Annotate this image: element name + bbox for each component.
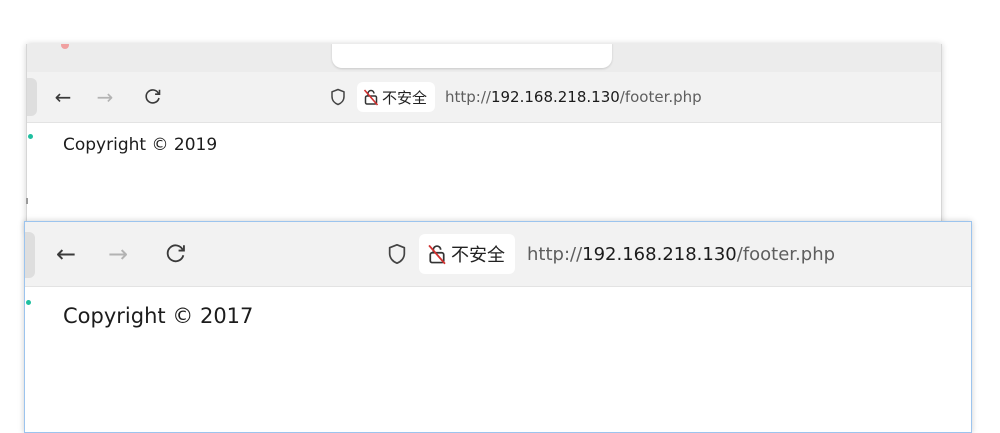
forward-button[interactable]: → xyxy=(93,82,117,112)
back-button[interactable]: ← xyxy=(51,236,81,272)
tab-strip xyxy=(27,44,941,72)
url-host: 192.168.218.130 xyxy=(490,88,620,106)
status-indicator-dot xyxy=(26,300,31,305)
back-button[interactable]: ← xyxy=(51,82,75,112)
security-label: 不安全 xyxy=(451,245,505,266)
forward-arrow-icon: → xyxy=(107,240,129,268)
address-bar[interactable]: 不安全 http://192.168.218.130/footer.php xyxy=(325,78,702,116)
browser-window-back: ← → 不安全 http://192.168.218.130/footer.ph… xyxy=(26,44,942,234)
window-control-dot[interactable] xyxy=(61,44,69,49)
reload-icon xyxy=(166,244,185,263)
forward-button[interactable]: → xyxy=(103,236,133,272)
security-label: 不安全 xyxy=(382,88,428,107)
url-scheme: http:// xyxy=(527,243,583,265)
reload-icon xyxy=(145,89,161,104)
security-indicator[interactable]: 不安全 xyxy=(357,82,436,112)
copyright-text: Copyright © 2017 xyxy=(63,304,254,328)
browser-window-front: ← → 不安全 http://192.168.218.130/footer.ph… xyxy=(24,221,972,433)
navigation-toolbar: ← → 不安全 http://192.168.218.130/footer.ph… xyxy=(25,222,971,287)
active-tab[interactable] xyxy=(332,44,612,68)
insecure-lock-icon xyxy=(428,244,446,265)
address-bar[interactable]: 不安全 http://192.168.218.130/footer.php xyxy=(381,232,835,276)
security-indicator[interactable]: 不安全 xyxy=(419,234,515,274)
sidebar-handle[interactable] xyxy=(27,78,37,116)
page-content: Copyright © 2017 xyxy=(25,287,971,432)
reload-button[interactable] xyxy=(161,236,191,272)
url-path: /footer.php xyxy=(736,243,836,265)
edge-marker xyxy=(26,198,28,204)
shield-icon[interactable] xyxy=(325,78,351,116)
status-indicator-dot xyxy=(28,134,33,139)
shield-icon[interactable] xyxy=(381,232,413,276)
navigation-toolbar: ← → 不安全 http://192.168.218.130/footer.ph… xyxy=(27,72,941,123)
page-content: Copyright © 2019 xyxy=(27,123,941,234)
reload-button[interactable] xyxy=(141,82,165,112)
copyright-text: Copyright © 2019 xyxy=(63,135,218,155)
forward-arrow-icon: → xyxy=(96,85,114,109)
url-scheme: http:// xyxy=(445,88,491,106)
back-arrow-icon: ← xyxy=(55,240,77,268)
url-text[interactable]: http://192.168.218.130/footer.php xyxy=(445,88,702,106)
back-arrow-icon: ← xyxy=(54,85,72,109)
url-host: 192.168.218.130 xyxy=(582,243,737,265)
sidebar-handle[interactable] xyxy=(25,232,35,278)
insecure-lock-icon xyxy=(363,89,379,106)
url-path: /footer.php xyxy=(619,88,702,106)
url-text[interactable]: http://192.168.218.130/footer.php xyxy=(527,244,835,265)
